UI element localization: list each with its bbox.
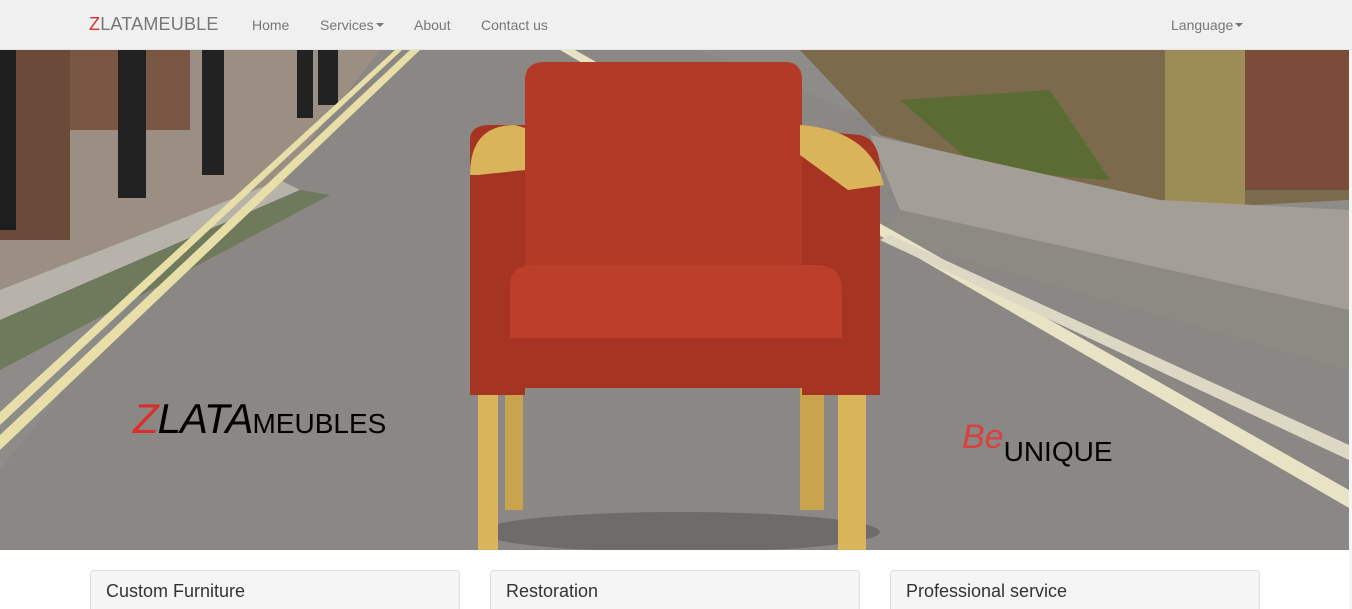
nav-contact-link[interactable]: Contact us — [481, 17, 548, 33]
top-navbar: ZLATAMEUBLE Home Services About Contact … — [0, 0, 1352, 50]
panel-title: Restoration — [506, 581, 599, 601]
hero-brand-suffix: MEUBLES — [252, 408, 387, 439]
nav-home-link[interactable]: Home — [252, 17, 289, 33]
panel-professional-service: Professional service — [890, 570, 1260, 609]
caret-down-icon — [375, 23, 384, 28]
language-label: Language — [1171, 17, 1234, 33]
brand-name-rest: LATAMEUBLE — [100, 14, 219, 34]
language-dropdown[interactable]: Language — [1171, 17, 1244, 33]
hero-brand-first-letter: Z — [133, 395, 159, 442]
panel-title: Custom Furniture — [106, 581, 246, 601]
caret-down-icon — [1235, 23, 1244, 28]
panel-restoration: Restoration — [490, 570, 860, 609]
hero-tagline: BeUNIQUE — [962, 418, 1113, 468]
brand-logo-link[interactable]: ZLATAMEUBLE — [89, 14, 219, 35]
nav-about-link[interactable]: About — [414, 17, 451, 33]
panel-custom-furniture: Custom Furniture — [90, 570, 460, 609]
hero-armchair-photo — [0, 50, 1349, 550]
hero-banner: ZLATAMEUBLES BeUNIQUE — [0, 50, 1349, 550]
hero-brand-italic: LATA — [157, 395, 254, 442]
tagline-be: Be — [962, 418, 1004, 456]
hero-brand-text: ZLATAMEUBLES — [133, 395, 386, 443]
nav-services-label: Services — [320, 17, 374, 33]
tagline-unique: UNIQUE — [1003, 436, 1113, 467]
brand-first-letter: Z — [89, 14, 101, 34]
panel-title: Professional service — [906, 581, 1068, 601]
nav-services-dropdown[interactable]: Services — [320, 17, 384, 33]
